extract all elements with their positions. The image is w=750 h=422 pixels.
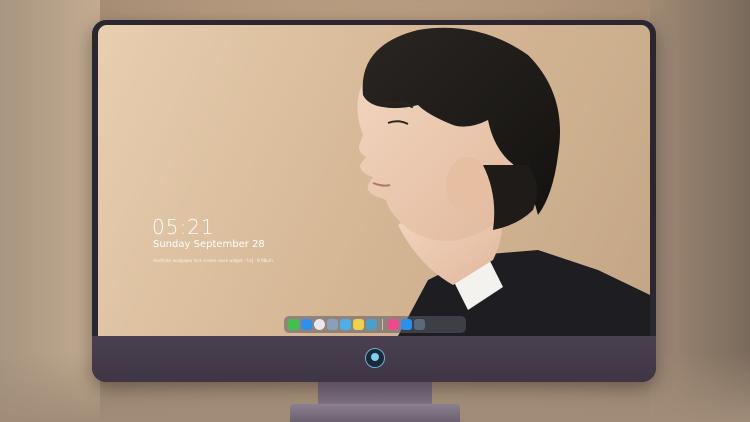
monitor-stand-base (290, 404, 460, 422)
brand-logo-icon (365, 348, 385, 368)
lockscreen-subtext: Aesthetic wallpaper lock screen clock wi… (153, 258, 274, 263)
photos-icon[interactable] (366, 319, 377, 330)
finder-icon[interactable] (301, 319, 312, 330)
camera-icon[interactable] (414, 319, 425, 330)
monitor-stand-neck (318, 382, 432, 404)
preview-icon[interactable] (327, 319, 338, 330)
lockscreen-date: Sunday September 28 (153, 239, 265, 250)
safari-icon[interactable] (314, 319, 325, 330)
dock (284, 316, 466, 333)
wallpaper-portrait (357, 27, 650, 336)
monitor: 05:21 Sunday September 28 Aesthetic wall… (92, 20, 656, 382)
claquette-icon[interactable] (340, 319, 351, 330)
app-store-icon[interactable] (401, 319, 412, 330)
music-icon[interactable] (388, 319, 399, 330)
messages-icon[interactable] (288, 319, 299, 330)
screen: 05:21 Sunday September 28 Aesthetic wall… (98, 25, 650, 336)
dock-separator (382, 319, 383, 330)
notes-icon[interactable] (353, 319, 364, 330)
lockscreen-clock: 05:21 (152, 215, 215, 239)
monitor-chin (92, 336, 656, 382)
